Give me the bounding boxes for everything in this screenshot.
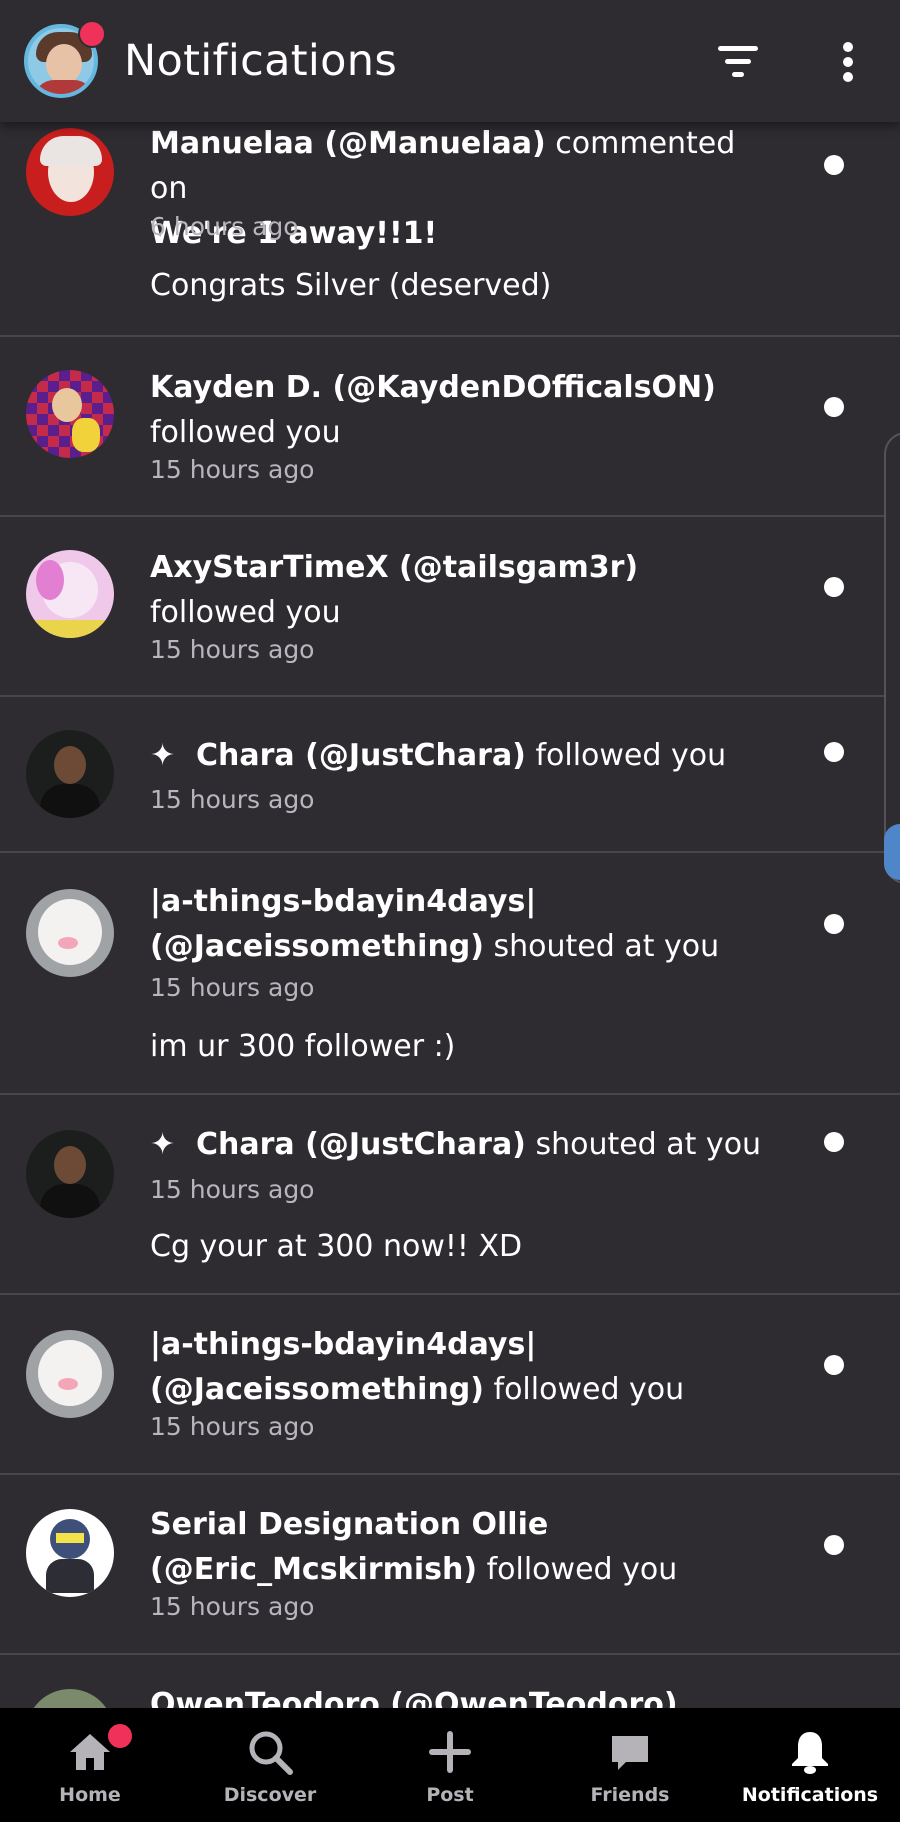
search-icon bbox=[249, 1731, 293, 1775]
timestamp: 15 hours ago bbox=[150, 973, 315, 1002]
nav-label: Discover bbox=[223, 1784, 317, 1806]
nav-label: Home bbox=[59, 1784, 121, 1806]
user-name[interactable]: |a-things-bdayin4days| bbox=[150, 1327, 536, 1362]
user-name[interactable]: Kayden D. (@KaydenDOfficalsON) bbox=[150, 370, 716, 405]
user-handle[interactable]: (@Jaceissomething) bbox=[150, 929, 484, 964]
user-handle[interactable]: (@Jaceissomething) bbox=[150, 1372, 484, 1407]
avatar[interactable] bbox=[26, 889, 114, 977]
filter-icon[interactable] bbox=[718, 44, 768, 80]
bottom-nav: Home Discover Post Friends Notifications bbox=[0, 1708, 900, 1822]
unread-dot bbox=[824, 742, 844, 762]
avatar[interactable] bbox=[26, 550, 114, 638]
unread-dot bbox=[824, 397, 844, 417]
notification-item[interactable]: Kayden D. (@KaydenDOfficalsON) followed … bbox=[0, 337, 900, 517]
notification-item[interactable]: ✦ Chara (@JustChara) shouted at you 15 ho… bbox=[0, 1095, 900, 1295]
timestamp: 15 hours ago bbox=[150, 1175, 315, 1204]
avatar[interactable] bbox=[26, 128, 114, 216]
timestamp: 15 hours ago bbox=[150, 455, 315, 484]
avatar[interactable] bbox=[26, 1130, 114, 1218]
notification-badge bbox=[78, 20, 106, 48]
more-vertical-icon[interactable] bbox=[838, 40, 858, 84]
comment-text: Congrats Silver (deserved) bbox=[150, 268, 552, 303]
home-icon bbox=[70, 1734, 110, 1770]
nav-label: Post bbox=[426, 1784, 474, 1806]
timestamp: 15 hours ago bbox=[150, 635, 315, 664]
unread-dot bbox=[824, 1355, 844, 1375]
nav-home[interactable]: Home bbox=[0, 1708, 180, 1822]
page-title: Notifications bbox=[124, 36, 398, 86]
notification-text: Kayden D. (@KaydenDOfficalsON) followed … bbox=[150, 370, 716, 450]
shout-text: im ur 300 follower :) bbox=[150, 1029, 456, 1064]
notification-item[interactable]: AxyStarTimeX (@tailsgam3r) followed you … bbox=[0, 517, 900, 697]
app-header: Notifications bbox=[0, 0, 900, 122]
user-name[interactable]: AxyStarTimeX (@tailsgam3r) bbox=[150, 550, 638, 585]
scrollbar-thumb[interactable] bbox=[884, 824, 900, 880]
sparkle-icon: ✦ bbox=[150, 738, 176, 773]
nav-notifications[interactable]: Notifications bbox=[720, 1708, 900, 1822]
notification-item[interactable]: |a-things-bdayin4days| (@Jaceissomething… bbox=[0, 1295, 900, 1475]
timestamp: 6 hours ago bbox=[150, 212, 299, 241]
nav-label: Notifications bbox=[741, 1784, 879, 1806]
unread-dot bbox=[824, 1535, 844, 1555]
chat-bubble-icon bbox=[612, 1736, 648, 1770]
shout-text: Cg your at 300 now!! XD bbox=[150, 1229, 523, 1264]
avatar[interactable] bbox=[26, 1330, 114, 1418]
timestamp: 15 hours ago bbox=[150, 785, 315, 814]
user-name[interactable]: |a-things-bdayin4days| bbox=[150, 884, 536, 919]
user-name[interactable]: Serial Designation Ollie bbox=[150, 1507, 548, 1542]
nav-friends[interactable]: Friends bbox=[540, 1708, 720, 1822]
user-name[interactable]: Chara (@JustChara) bbox=[196, 738, 526, 773]
unread-dot bbox=[824, 155, 844, 175]
avatar[interactable] bbox=[26, 730, 114, 818]
home-badge bbox=[108, 1724, 132, 1748]
unread-dot bbox=[824, 1132, 844, 1152]
bell-icon bbox=[792, 1732, 828, 1774]
nav-discover[interactable]: Discover bbox=[180, 1708, 360, 1822]
notification-text: Serial Designation Ollie (@Eric_Mcskirmi… bbox=[150, 1507, 678, 1587]
notification-text: |a-things-bdayin4days| (@Jaceissomething… bbox=[150, 1327, 685, 1407]
unread-dot bbox=[824, 914, 844, 934]
user-name[interactable]: Manuelaa (@Manuelaa) bbox=[150, 126, 546, 161]
unread-dot bbox=[824, 577, 844, 597]
scrollbar-track[interactable] bbox=[884, 432, 900, 884]
notification-item[interactable]: ✦ Chara (@JustChara) followed you 15 hour… bbox=[0, 697, 900, 853]
avatar[interactable] bbox=[26, 370, 114, 458]
notification-text: ✦ Chara (@JustChara) shouted at you bbox=[150, 1122, 770, 1167]
timestamp: 15 hours ago bbox=[150, 1592, 315, 1621]
notification-item[interactable]: |a-things-bdayin4days| (@Jaceissomething… bbox=[0, 853, 900, 1095]
avatar[interactable] bbox=[26, 1509, 114, 1597]
notification-item[interactable]: Serial Designation Ollie (@Eric_Mcskirmi… bbox=[0, 1475, 900, 1655]
user-handle[interactable]: (@Eric_Mcskirmish) bbox=[150, 1552, 477, 1587]
nav-post[interactable]: Post bbox=[360, 1708, 540, 1822]
sparkle-icon: ✦ bbox=[150, 1127, 176, 1162]
timestamp: 15 hours ago bbox=[150, 1412, 315, 1441]
plus-icon bbox=[429, 1731, 471, 1773]
notification-text: |a-things-bdayin4days| (@Jaceissomething… bbox=[150, 884, 720, 964]
notification-text: ✦ Chara (@JustChara) followed you bbox=[150, 733, 770, 778]
nav-label: Friends bbox=[590, 1784, 670, 1806]
notification-text: AxyStarTimeX (@tailsgam3r) followed you bbox=[150, 550, 639, 630]
user-name[interactable]: Chara (@JustChara) bbox=[196, 1127, 526, 1162]
